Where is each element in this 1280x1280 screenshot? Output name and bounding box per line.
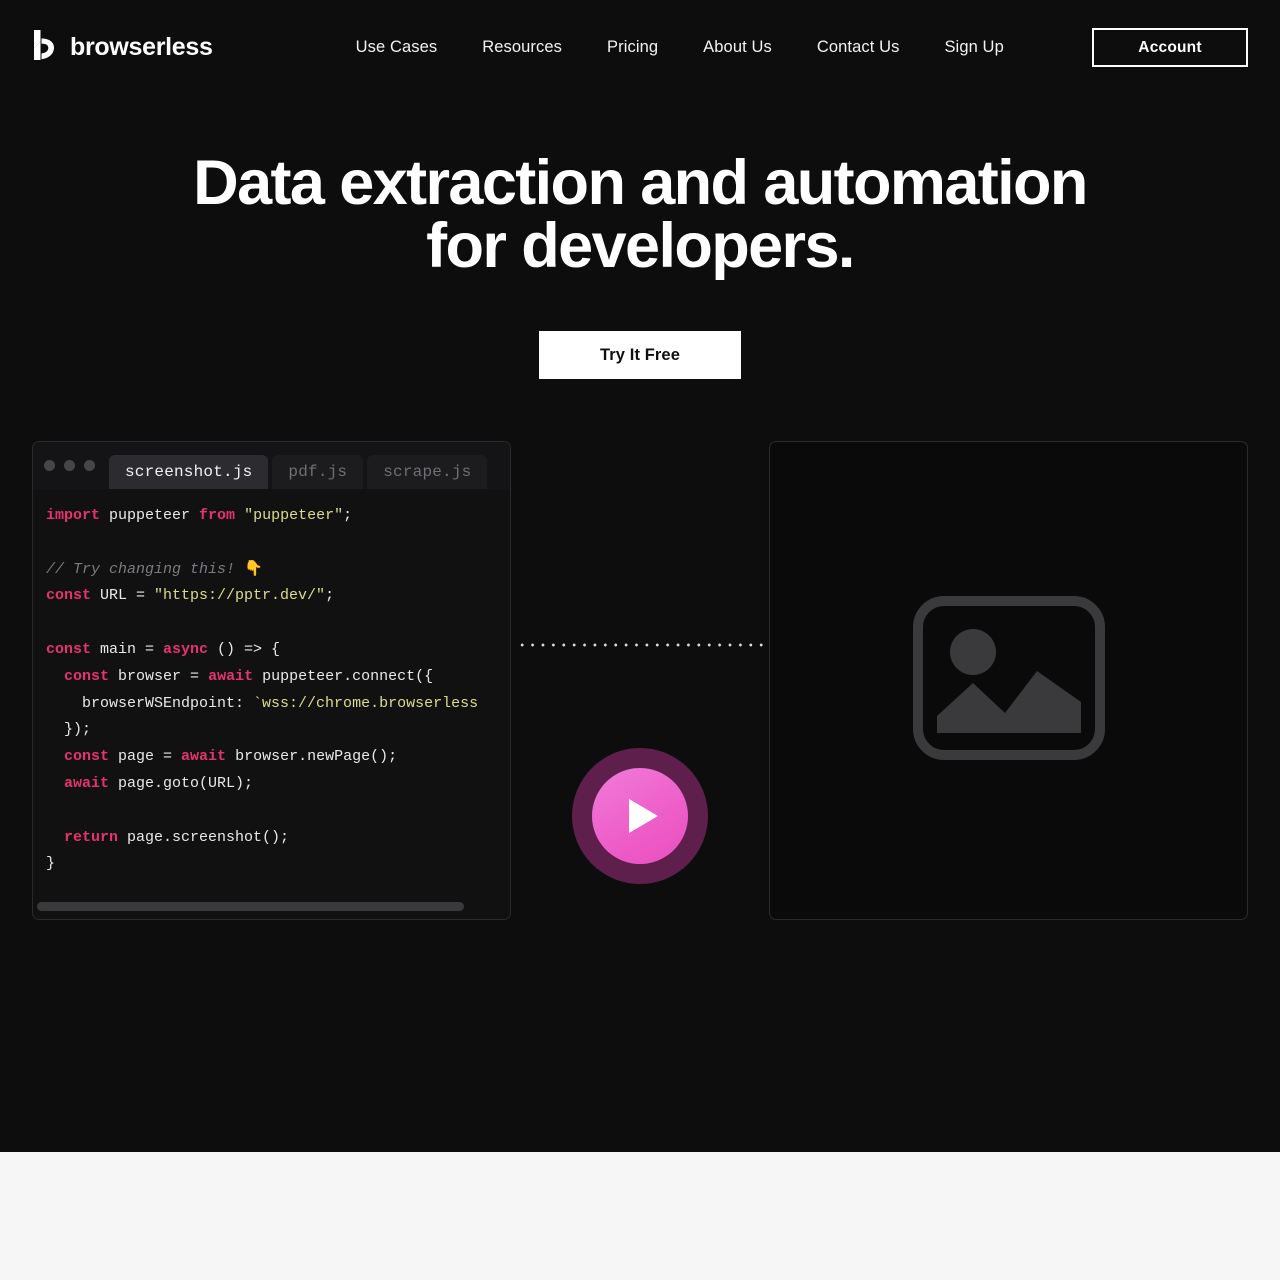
code-token: 👇 [244, 560, 263, 578]
code-token: page.screenshot(); [118, 828, 290, 846]
code-editor-tabs: screenshot.js pdf.js scrape.js [109, 442, 491, 489]
code-token: import [46, 507, 101, 524]
brand-name: browserless [70, 33, 213, 61]
nav-item-pricing[interactable]: Pricing [607, 38, 658, 57]
site-header: browserless Use Cases Resources Pricing … [0, 0, 1280, 95]
code-token: await [64, 774, 110, 792]
window-dot-minimize-icon[interactable] [64, 460, 75, 471]
code-line: return page.screenshot(); [46, 825, 510, 852]
code-token: () => { [208, 640, 281, 658]
code-token: async [163, 640, 209, 658]
code-scrollbar-track [33, 902, 510, 911]
play-button[interactable] [572, 748, 708, 884]
nav-item-resources[interactable]: Resources [482, 38, 562, 57]
code-token: browser.newPage(); [226, 748, 398, 766]
code-token: "https://pptr.dev/" [154, 587, 326, 605]
nav-item-sign-up[interactable]: Sign Up [944, 38, 1003, 57]
code-line: await page.goto(URL); [46, 771, 510, 798]
nav-item-about-us[interactable]: About Us [703, 38, 772, 57]
code-token: ; [325, 587, 335, 605]
code-line: const URL = "https://pptr.dev/"; [46, 583, 510, 610]
code-token: URL = [91, 587, 155, 605]
nav-item-use-cases[interactable]: Use Cases [356, 38, 438, 57]
play-button-inner [592, 768, 688, 864]
code-token: from [199, 507, 236, 524]
code-token: await [208, 667, 254, 685]
tab-scrape-js[interactable]: scrape.js [367, 455, 488, 489]
code-editor-panel: screenshot.js pdf.js scrape.js import pu… [32, 441, 511, 920]
code-line: import puppeteer from "puppeteer"; [46, 503, 510, 530]
screenshot-preview-panel [769, 441, 1248, 920]
window-traffic-lights [44, 442, 109, 489]
page-title: Data extraction and automation for devel… [193, 148, 1088, 281]
code-token: puppeteer [100, 507, 200, 524]
tab-screenshot-js[interactable]: screenshot.js [109, 455, 269, 489]
browserless-b-logo-icon [32, 29, 59, 66]
code-token: `wss://chrome.browserless [253, 694, 479, 712]
hero-section: browserless Use Cases Resources Pricing … [0, 0, 1280, 1152]
window-dot-maximize-icon[interactable] [84, 460, 95, 471]
try-it-free-button[interactable]: Try It Free [539, 331, 741, 379]
code-horizontal-scrollbar[interactable] [37, 902, 464, 911]
code-token: const [64, 667, 110, 685]
dotted-connector [517, 643, 767, 647]
main-navigation: Use Cases Resources Pricing About Us Con… [356, 38, 1004, 57]
hero-copy: Data extraction and automation for devel… [0, 95, 1280, 379]
code-token: main = [91, 640, 164, 658]
play-triangle-icon [629, 799, 658, 833]
code-token: page.goto(URL); [109, 774, 254, 792]
nav-item-contact-us[interactable]: Contact Us [817, 38, 900, 57]
code-line: const browser = await puppeteer.connect(… [46, 664, 510, 691]
code-token: browserWSEndpoint: [46, 694, 254, 712]
code-token: browser = [109, 667, 209, 685]
code-token: await [181, 748, 227, 766]
code-token: return [64, 828, 119, 846]
code-token: const [46, 640, 92, 658]
code-line: } [46, 851, 510, 878]
code-content[interactable]: import puppeteer from "puppeteer"; // Tr… [33, 489, 510, 878]
code-token: ; [343, 507, 353, 524]
code-line: // Try changing this! 👇 [46, 557, 510, 584]
account-button[interactable]: Account [1092, 28, 1248, 67]
code-line: const main = async () => { [46, 637, 510, 664]
code-editor-body[interactable]: import puppeteer from "puppeteer"; // Tr… [33, 489, 510, 919]
code-token: const [46, 587, 92, 605]
code-token: puppeteer.connect({ [253, 667, 434, 685]
code-token: // Try changing this! [46, 560, 245, 578]
code-token: page = [109, 748, 182, 766]
code-line: browserWSEndpoint: `wss://chrome.browser… [46, 691, 510, 718]
hero-cta-wrapper: Try It Free [0, 331, 1280, 379]
code-editor-tabbar: screenshot.js pdf.js scrape.js [33, 442, 510, 489]
window-dot-close-icon[interactable] [44, 460, 55, 471]
tab-pdf-js[interactable]: pdf.js [272, 455, 364, 489]
code-token: "puppeteer" [244, 507, 344, 524]
brand-logo-link[interactable]: browserless [32, 29, 213, 66]
next-section [0, 1152, 1280, 1280]
code-line: const page = await browser.newPage(); [46, 744, 510, 771]
code-token: const [64, 748, 110, 766]
code-token: }); [46, 721, 92, 739]
code-token: } [46, 855, 56, 873]
demo-area: screenshot.js pdf.js scrape.js import pu… [0, 441, 1280, 931]
code-line: }); [46, 717, 510, 744]
image-placeholder-icon [912, 596, 1105, 765]
